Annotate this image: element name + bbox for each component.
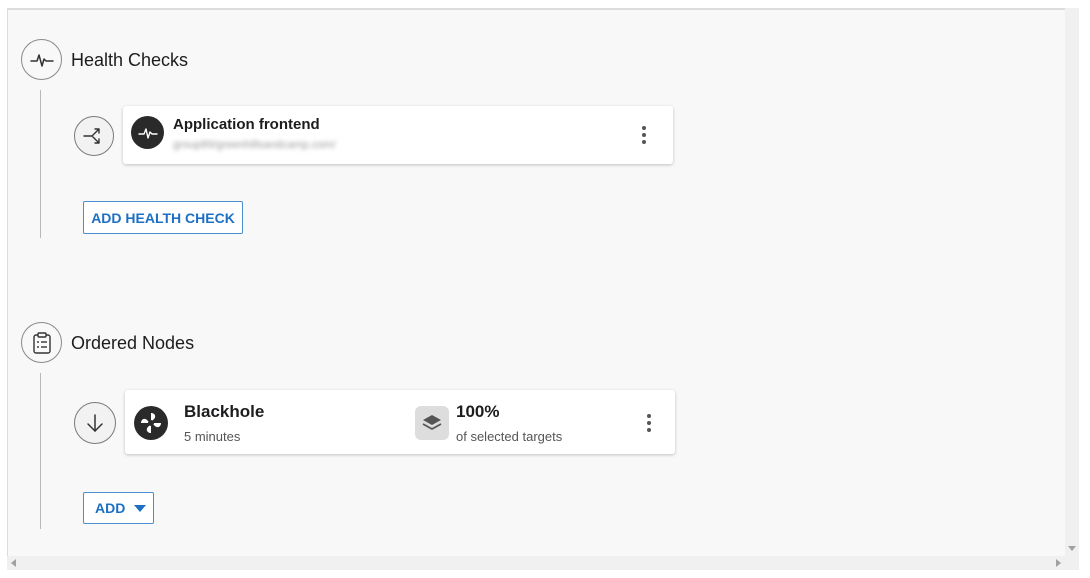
health-check-url: group89/greenhillsandcamp.com/ — [173, 139, 336, 151]
add-node-label: ADD — [95, 500, 126, 516]
kebab-menu-icon[interactable] — [641, 411, 657, 435]
horizontal-scrollbar[interactable] — [7, 556, 1065, 570]
chevron-down-icon — [134, 504, 147, 512]
scroll-down-icon[interactable] — [1068, 546, 1076, 551]
target-percent-label: of selected targets — [456, 429, 563, 444]
blackhole-node-card[interactable]: Blackhole 5 minutes 100% of selected tar… — [125, 390, 675, 454]
blackhole-title: Blackhole — [184, 402, 265, 421]
health-checks-connector — [40, 90, 41, 238]
blackhole-duration: 5 minutes — [184, 429, 241, 444]
clipboard-list-icon — [21, 322, 62, 363]
canvas-frame — [7, 8, 1065, 556]
scroll-right-icon[interactable] — [1056, 559, 1061, 567]
scrollbar-corner — [1065, 556, 1079, 570]
health-check-card[interactable]: Application frontend group89/greenhillsa… — [123, 106, 673, 164]
layers-icon — [415, 406, 449, 440]
arrow-down-icon — [74, 402, 116, 444]
ordered-nodes-connector — [40, 373, 41, 529]
health-checks-title: Health Checks — [71, 50, 189, 70]
add-health-check-button[interactable]: ADD HEALTH CHECK — [83, 201, 243, 234]
branch-icon[interactable] — [74, 116, 114, 156]
health-check-title: Application frontend — [173, 116, 320, 133]
kebab-menu-icon[interactable] — [636, 123, 652, 147]
heartbeat-icon — [131, 116, 164, 149]
scroll-left-icon[interactable] — [11, 559, 16, 567]
blackhole-icon — [134, 406, 168, 440]
heartbeat-icon — [21, 39, 62, 80]
ordered-nodes-title: Ordered Nodes — [71, 333, 195, 353]
vertical-scrollbar[interactable] — [1065, 8, 1079, 556]
target-percent: 100% — [456, 402, 500, 421]
add-node-button[interactable]: ADD — [83, 492, 154, 524]
